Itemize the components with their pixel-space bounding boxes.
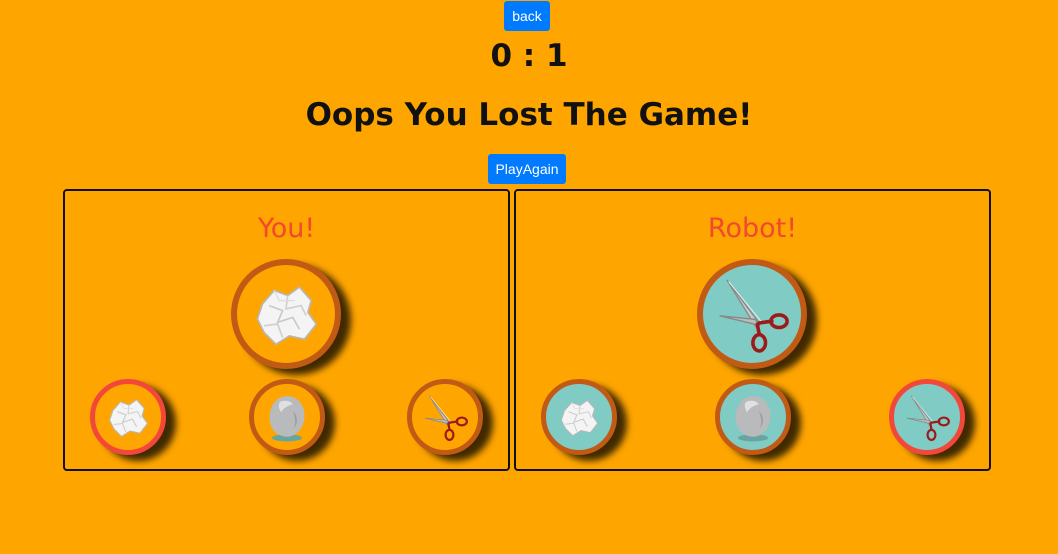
game-result-message: Oops You Lost The Game! (305, 97, 753, 133)
player-selected-choice (231, 259, 341, 369)
robot-choice-scissors (889, 379, 965, 455)
robot-selected-choice (697, 259, 807, 369)
rock-icon (258, 388, 316, 446)
player-choice-paper[interactable] (90, 379, 166, 455)
robot-panel: Robot! (514, 189, 991, 471)
score-display: 0 : 1 (490, 38, 568, 74)
player-choice-scissors[interactable] (407, 379, 483, 455)
rock-icon (724, 388, 782, 446)
back-button[interactable]: back (504, 1, 550, 31)
robot-title: Robot! (707, 213, 798, 244)
player-title: You! (257, 213, 316, 244)
scissors-icon (899, 389, 955, 445)
paper-icon (553, 391, 605, 443)
robot-choice-rock (715, 379, 791, 455)
scissors-icon (417, 389, 473, 445)
robot-choice-paper (541, 379, 617, 455)
paper-icon (244, 272, 328, 356)
play-again-button[interactable]: PlayAgain (488, 154, 566, 184)
scissors-icon (707, 269, 797, 359)
player-choice-rock[interactable] (249, 379, 325, 455)
paper-icon (101, 390, 155, 444)
player-panel: You! (63, 189, 510, 471)
